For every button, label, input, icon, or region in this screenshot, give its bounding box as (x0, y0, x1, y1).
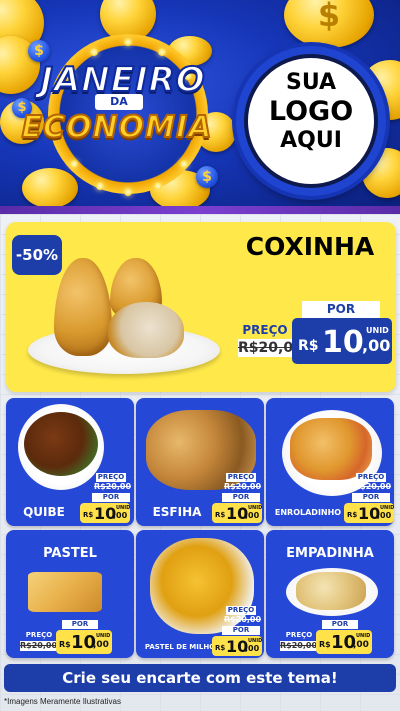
header-divider (0, 206, 400, 214)
price-unit: UNID (96, 633, 111, 639)
old-price: R$20,00 (280, 641, 318, 651)
price-unit: UNID (380, 505, 395, 511)
logo-line-1: SUA (285, 70, 337, 95)
new-price: R$ 10 ,00 UNID (316, 630, 372, 654)
price-currency: R$ (215, 511, 226, 519)
price-cents: ,00 (245, 511, 260, 520)
price-unit: UNID (116, 505, 131, 511)
coin-symbol: $ (317, 0, 341, 34)
disclaimer-text: *Imagens Meramente Ilustrativas (4, 697, 121, 706)
old-price: R$20,00 (354, 482, 392, 491)
bulb-icon (154, 182, 162, 190)
product-name: ENROLADINHO (274, 508, 342, 517)
blue-coin-icon: $ (196, 166, 218, 188)
title-da: DA (95, 94, 143, 110)
por-label: POR (322, 620, 358, 629)
por-label: POR (302, 301, 380, 318)
new-price: R$ 10 ,00 UNID (292, 318, 392, 364)
logo-line-3: AQUI (280, 128, 342, 153)
preco-label: PREÇO (25, 631, 53, 639)
por-label: POR (352, 493, 390, 502)
gold-coin-icon: $ (284, 0, 374, 48)
new-price: R$ 10 ,00 UNID (212, 503, 262, 523)
price-cents: ,00 (245, 644, 260, 653)
blue-coin-icon: $ (28, 40, 50, 62)
quibe-image (24, 412, 98, 476)
coin-symbol: $ (202, 169, 212, 185)
product-name: PASTEL (43, 546, 97, 561)
price-currency: R$ (319, 640, 331, 649)
price-unit: UNID (356, 633, 371, 639)
price-currency: R$ (83, 511, 94, 519)
product-name: ESFIHA (152, 505, 202, 519)
coin-symbol: $ (34, 43, 44, 59)
bulb-icon (70, 160, 78, 168)
new-price: R$ 10 ,00 UNID (56, 630, 112, 654)
por-label: POR (62, 620, 98, 629)
price-unit: UNID (366, 326, 389, 335)
price-currency: R$ (298, 338, 319, 354)
bulb-icon (124, 188, 132, 196)
preco-label: PREÇO (226, 473, 256, 482)
coxinha-cut-image (108, 302, 184, 358)
price-cents: ,00 (93, 640, 109, 650)
gold-coin-icon (22, 168, 78, 208)
preco-label: PREÇO (96, 473, 126, 482)
por-label: POR (222, 493, 260, 502)
preco-label: PREÇO (242, 323, 288, 337)
old-price: R$20,00 (224, 615, 262, 624)
old-price: R$20,00 (224, 482, 262, 491)
bulb-icon (158, 48, 166, 56)
bulb-icon (180, 160, 188, 168)
bulb-icon (96, 182, 104, 190)
price-cents: ,00 (113, 511, 128, 520)
price-cents: ,00 (377, 511, 392, 520)
logo-placeholder: SUA LOGO AQUI (244, 54, 378, 188)
new-price: R$ 10 ,00 UNID (80, 503, 130, 523)
pastel-image (28, 572, 102, 612)
price-unit: UNID (248, 638, 263, 644)
logo-line-2: LOGO (268, 96, 354, 127)
price-integer: 10 (322, 325, 364, 360)
title-economia: ECONOMIA (21, 109, 213, 146)
price-cents: ,00 (362, 336, 391, 355)
new-price: R$ 10 ,00 UNID (344, 503, 394, 523)
product-name: QUIBE (23, 505, 65, 519)
price-cents: ,00 (353, 640, 369, 650)
header-banner: $ $ $ $ JANEIRO DA ECONOMIA SUA LOGO AQU… (0, 0, 400, 212)
empadinha-image (296, 572, 366, 610)
por-label: POR (92, 493, 130, 502)
por-label: POR (222, 626, 260, 635)
old-price: R$20,00 (238, 339, 303, 357)
price-currency: R$ (215, 644, 226, 652)
bulb-icon (124, 38, 132, 46)
old-price: R$20,00 (20, 641, 58, 651)
product-name: PASTEL DE MILHO (144, 643, 216, 651)
preco-label: PREÇO (285, 631, 313, 639)
new-price: R$ 10 ,00 UNID (212, 636, 262, 656)
preco-label: PREÇO (356, 473, 386, 482)
enroladinho-image (290, 418, 372, 480)
price-currency: R$ (59, 640, 71, 649)
price-unit: UNID (248, 505, 263, 511)
price-currency: R$ (347, 511, 358, 519)
old-price: R$20,00 (94, 482, 132, 491)
preco-label: PREÇO (226, 606, 256, 615)
bulb-icon (90, 48, 98, 56)
featured-name: COXINHA (245, 232, 375, 261)
discount-badge: -50% (12, 235, 62, 275)
product-name: EMPADINHA (286, 546, 374, 561)
cta-banner[interactable]: Crie seu encarte com este tema! (4, 664, 396, 692)
